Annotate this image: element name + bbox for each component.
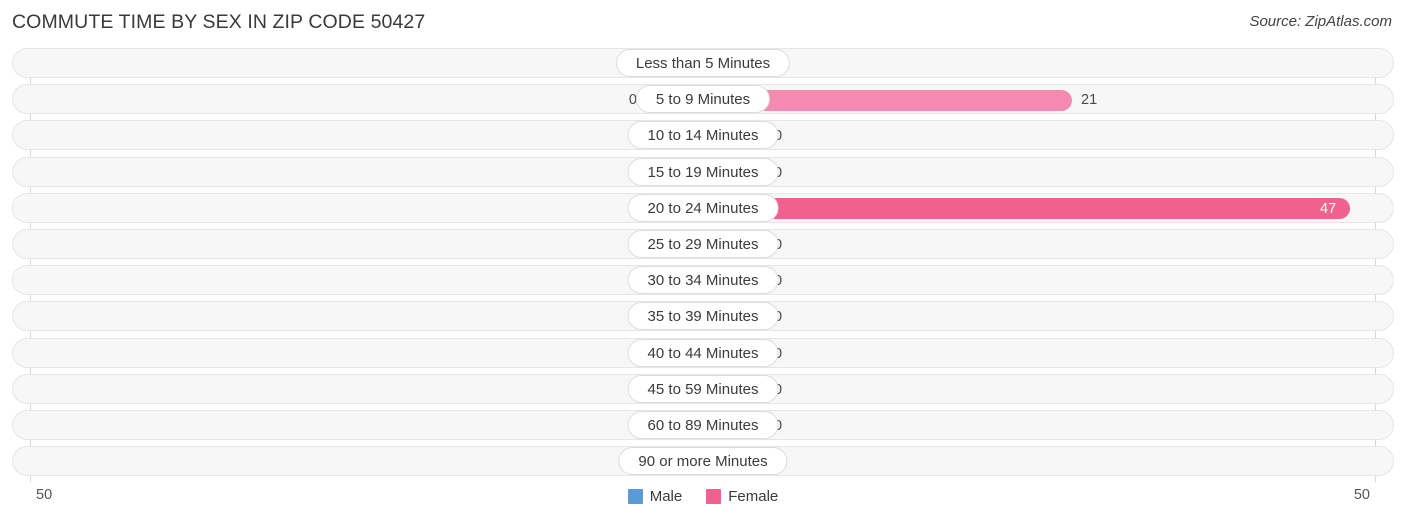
category-label: 90 or more Minutes xyxy=(618,447,788,476)
legend-label: Male xyxy=(649,488,683,505)
legend-item[interactable]: Female xyxy=(706,488,778,505)
female-bar[interactable] xyxy=(703,198,1350,220)
chart-row[interactable]: 0045 to 59 Minutes xyxy=(0,372,1406,408)
chart-page: COMMUTE TIME BY SEX IN ZIP CODE 50427 So… xyxy=(0,0,1406,523)
chart-footer: 50 50 Male Female xyxy=(0,482,1406,523)
category-label: 60 to 89 Minutes xyxy=(627,410,779,439)
legend-item[interactable]: Male xyxy=(627,488,683,505)
chart-row[interactable]: 0060 to 89 Minutes xyxy=(0,408,1406,444)
category-label: 45 to 59 Minutes xyxy=(627,374,779,403)
source-attribution: Source: ZipAtlas.com xyxy=(1249,13,1392,30)
chart-row[interactable]: 0015 to 19 Minutes xyxy=(0,155,1406,191)
chart-plot-area: 00Less than 5 Minutes0215 to 9 Minutes00… xyxy=(0,46,1406,482)
chart-rows: 00Less than 5 Minutes0215 to 9 Minutes00… xyxy=(0,46,1406,480)
chart-row[interactable]: 0 21 5 to 9 Minutes xyxy=(0,82,1406,118)
female-swatch xyxy=(706,489,722,504)
category-label: 20 to 24 Minutes xyxy=(627,193,779,222)
chart-row[interactable]: 04720 to 24 Minutes xyxy=(0,191,1406,227)
female-value: 47 xyxy=(1320,200,1337,217)
category-label: 40 to 44 Minutes xyxy=(627,338,779,367)
chart-row[interactable]: 00Less than 5 Minutes xyxy=(0,46,1406,82)
chart-row[interactable]: 0030 to 34 Minutes xyxy=(0,263,1406,299)
chart-legend: Male Female xyxy=(0,488,1406,505)
category-label: Less than 5 Minutes xyxy=(615,49,791,77)
category-label: 10 to 14 Minutes xyxy=(627,121,779,150)
page-title: COMMUTE TIME BY SEX IN ZIP CODE 50427 xyxy=(12,11,426,33)
chart-row[interactable]: 0090 or more Minutes xyxy=(0,444,1406,480)
category-label: 35 to 39 Minutes xyxy=(627,302,779,331)
chart-row[interactable]: 0035 to 39 Minutes xyxy=(0,299,1406,335)
category-label: 15 to 19 Minutes xyxy=(627,157,779,186)
chart-row[interactable]: 0025 to 29 Minutes xyxy=(0,227,1406,263)
category-label: 25 to 29 Minutes xyxy=(627,229,779,258)
female-value: 21 xyxy=(1081,92,1098,109)
category-label: 30 to 34 Minutes xyxy=(627,266,779,295)
category-label: 5 to 9 Minutes xyxy=(635,85,771,114)
legend-label: Female xyxy=(728,488,779,505)
chart-header: COMMUTE TIME BY SEX IN ZIP CODE 50427 So… xyxy=(0,0,1406,46)
chart-row[interactable]: 0040 to 44 Minutes xyxy=(0,336,1406,372)
male-swatch xyxy=(627,489,643,504)
chart-row[interactable]: 0010 to 14 Minutes xyxy=(0,118,1406,154)
